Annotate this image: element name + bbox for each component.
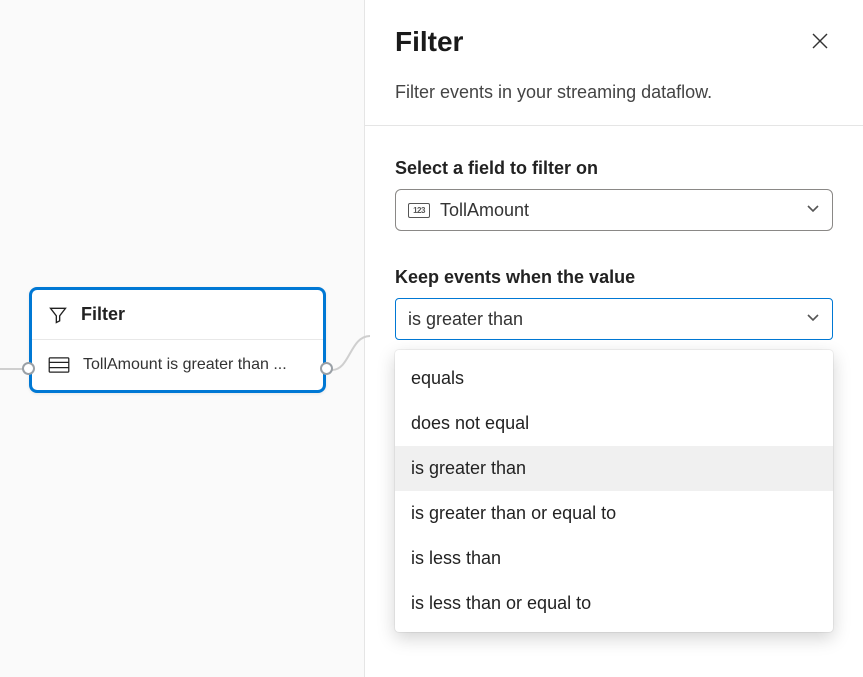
condition-icon [48,357,70,373]
condition-dropdown-list: equalsdoes not equalis greater thanis gr… [395,350,833,632]
condition-select[interactable]: is greater than [395,298,833,340]
condition-section: Keep events when the value is greater th… [395,267,833,340]
filter-node-summary: TollAmount is greater than ... [83,356,287,374]
panel-description: Filter events in your streaming dataflow… [395,82,833,103]
panel-divider [365,125,863,126]
condition-option[interactable]: does not equal [395,401,833,446]
condition-select-value: is greater than [408,309,796,330]
filter-node-header[interactable]: Filter [32,290,323,340]
field-select[interactable]: 123 TollAmount [395,189,833,231]
condition-option[interactable]: equals [395,356,833,401]
node-port-output[interactable] [320,362,333,375]
edge-connector-left [0,368,23,370]
panel-title: Filter [395,26,463,58]
node-port-input[interactable] [22,362,35,375]
close-icon [811,38,829,53]
filter-node-title: Filter [81,304,125,325]
condition-option[interactable]: is greater than [395,446,833,491]
filter-node-body[interactable]: TollAmount is greater than ... [32,340,323,390]
field-section-label: Select a field to filter on [395,158,833,179]
canvas-area[interactable]: Filter TollAmount is greater than ... [0,0,365,677]
condition-option[interactable]: is less than or equal to [395,581,833,626]
funnel-icon [48,305,68,325]
field-section: Select a field to filter on 123 TollAmou… [395,158,833,231]
condition-section-label: Keep events when the value [395,267,833,288]
field-select-value: TollAmount [440,200,796,221]
chevron-down-icon [806,201,820,220]
chevron-down-icon [806,310,820,329]
condition-option[interactable]: is greater than or equal to [395,491,833,536]
config-panel: Filter Filter events in your streaming d… [365,0,863,677]
condition-option[interactable]: is less than [395,536,833,581]
close-button[interactable] [807,28,833,57]
numeric-type-icon: 123 [408,203,430,218]
filter-node[interactable]: Filter TollAmount is greater than ... [29,287,326,393]
edge-connector-right [330,334,370,374]
